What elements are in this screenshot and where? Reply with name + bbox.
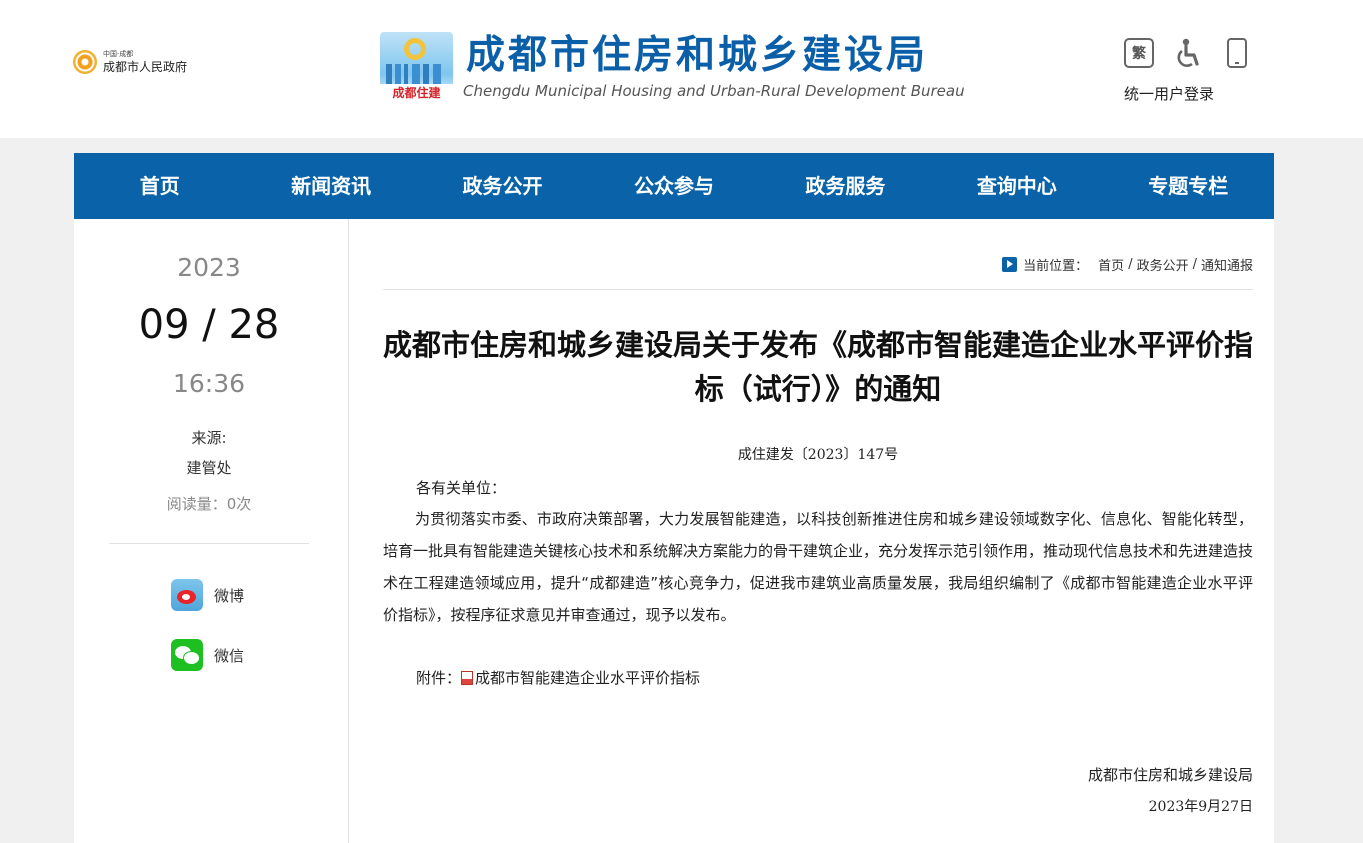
- attachment: 附件： 成都市智能建造企业水平评价指标: [416, 667, 700, 688]
- sun-icon: [404, 38, 426, 60]
- bureau-logo[interactable]: 成都住建: [380, 32, 453, 102]
- bureau-badge: 成都住建: [380, 84, 453, 102]
- accessibility-icon[interactable]: [1173, 38, 1203, 68]
- header-tools: 繁: [1124, 38, 1271, 68]
- bureau-subtitle: Chengdu Municipal Housing and Urban-Rura…: [463, 82, 965, 100]
- site-header: 中国·成都 成都市人民政府 成都住建 成都市住房和城乡建设局 Chengdu M…: [0, 0, 1363, 138]
- breadcrumb-home[interactable]: 首页: [1098, 255, 1124, 274]
- breadcrumb-gov-affairs-open[interactable]: 政务公开: [1137, 255, 1189, 274]
- share-weibo-button[interactable]: 微博: [171, 579, 244, 611]
- nav-item-special-topics[interactable]: 专题专栏: [1103, 153, 1274, 219]
- location-arrow-icon: [1002, 257, 1018, 272]
- breadcrumb-notices[interactable]: 通知通报: [1201, 255, 1253, 274]
- main-content: 2023 09 / 28 16:36 来源: 建管处 阅读量：0次 微博 微信 …: [74, 219, 1274, 843]
- breadcrumb-separator: /: [1128, 257, 1133, 272]
- bureau-title: 成都市住房和城乡建设局: [466, 33, 929, 78]
- source-label: 来源:: [191, 429, 227, 447]
- wechat-icon: [171, 639, 203, 671]
- article-divider: [383, 289, 1253, 290]
- issue-date: 2023年9月27日: [1148, 799, 1253, 815]
- nav-item-gov-services[interactable]: 政务服务: [760, 153, 931, 219]
- salutation: 各有关单位：: [416, 479, 507, 497]
- attachment-label: 附件：: [416, 669, 462, 687]
- gov-small-text: 中国·成都: [103, 50, 134, 58]
- attachment-link[interactable]: 成都市智能建造企业水平评价指标: [475, 667, 700, 688]
- document-number: 成住建发〔2023〕147号: [737, 447, 899, 463]
- share-wechat-button[interactable]: 微信: [171, 639, 244, 671]
- view-count: 阅读量：0次: [166, 495, 252, 513]
- sidebar-divider: [109, 543, 309, 544]
- publish-year: 2023: [177, 253, 241, 282]
- weibo-icon: [171, 579, 203, 611]
- gov-name: 成都市人民政府: [103, 60, 188, 74]
- publish-time: 16:36: [172, 369, 246, 398]
- chengdu-emblem-icon: [73, 50, 97, 74]
- article-body: 为贯彻落实市委、市政府决策部署，大力发展智能建造，以科技创新推进住房和城乡建设领…: [383, 510, 1254, 624]
- share-wechat-label: 微信: [214, 646, 245, 665]
- breadcrumb: 当前位置： 首页 / 政务公开 / 通知通报: [1002, 255, 1253, 274]
- breadcrumb-separator: /: [1192, 257, 1197, 272]
- publish-date: 09 / 28: [138, 302, 280, 348]
- source-value: 建管处: [186, 459, 232, 477]
- nav-item-gov-affairs-open[interactable]: 政务公开: [417, 153, 588, 219]
- share-weibo-label: 微博: [214, 586, 245, 605]
- article-title: 成都市住房和城乡建设局关于发布《成都市智能建造企业水平评价指标（试行）》的通知: [383, 328, 1254, 406]
- traditional-chinese-icon[interactable]: 繁: [1124, 38, 1154, 68]
- nav-item-public-participation[interactable]: 公众参与: [588, 153, 759, 219]
- chengdu-government-logo[interactable]: 中国·成都 成都市人民政府: [73, 50, 187, 74]
- unified-login-link[interactable]: 统一用户登录: [1124, 83, 1214, 104]
- mobile-phone-icon[interactable]: [1222, 38, 1252, 68]
- nav-item-query-center[interactable]: 查询中心: [931, 153, 1102, 219]
- breadcrumb-label: 当前位置：: [1023, 259, 1089, 274]
- city-skyline-icon: [386, 64, 446, 84]
- main-nav: 首页 新闻资讯 政务公开 公众参与 政务服务 查询中心 专题专栏: [74, 153, 1274, 219]
- nav-item-news[interactable]: 新闻资讯: [245, 153, 416, 219]
- nav-item-home[interactable]: 首页: [74, 153, 245, 219]
- article-sidebar: 2023 09 / 28 16:36 来源: 建管处 阅读量：0次 微博 微信: [74, 219, 349, 843]
- pdf-file-icon: [461, 670, 474, 685]
- issuer-signature: 成都市住房和城乡建设局: [1087, 766, 1253, 784]
